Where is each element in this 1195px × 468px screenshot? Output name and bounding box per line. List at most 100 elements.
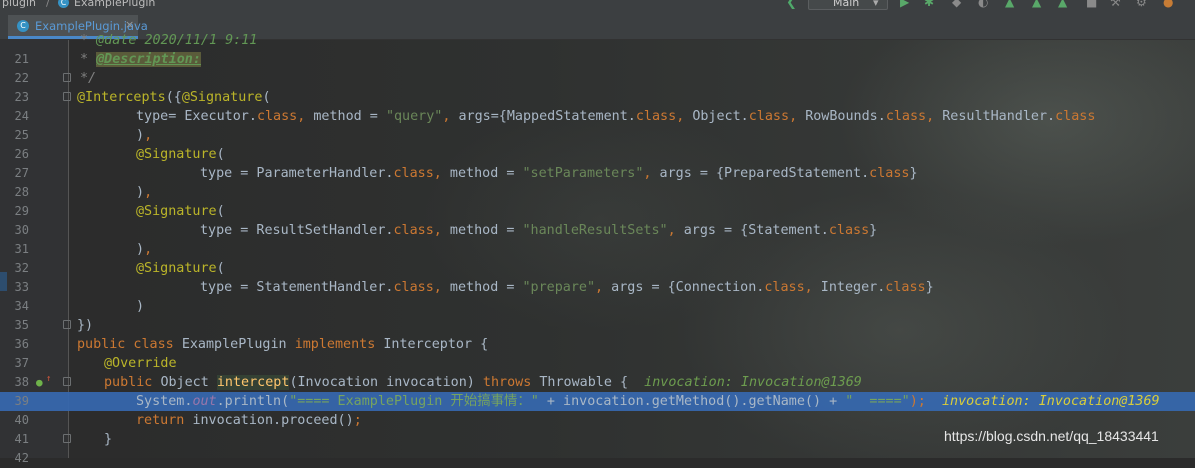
code-token: return xyxy=(136,413,193,428)
code-line[interactable]: 34) xyxy=(0,297,1195,316)
code-line[interactable]: 32 @Signature( xyxy=(0,259,1195,278)
code-token: ; xyxy=(353,413,362,428)
line-number[interactable]: 34 xyxy=(0,297,29,316)
run-configuration-select[interactable]: Main ▾ xyxy=(808,0,888,10)
line-number[interactable]: 26 xyxy=(0,145,29,164)
code-line[interactable]: 35}) xyxy=(0,316,1195,335)
code-token: , xyxy=(144,185,153,200)
code-token: , xyxy=(804,280,821,295)
code-text: */ xyxy=(77,69,96,88)
code-text: type = ResultSetHandler.class, method = … xyxy=(77,221,877,240)
code-line[interactable]: 38 ● ↑ public Object intercept(Invocation i… xyxy=(0,373,1195,392)
line-number[interactable]: 24 xyxy=(0,107,29,126)
code-line[interactable]: 24 type= Executor.class, method = "query"… xyxy=(0,107,1195,126)
build-icon[interactable]: ⚒ xyxy=(1110,0,1121,9)
line-number[interactable]: 40 xyxy=(0,411,29,430)
code-line[interactable]: 33 type = StatementHandler.class, method … xyxy=(0,278,1195,297)
fold-icon[interactable] xyxy=(63,92,71,101)
code-token: } xyxy=(869,223,878,238)
code-editor[interactable]: * @date 2020/11/1 9:11 21 * @Description: 2… xyxy=(0,31,1195,468)
code-line[interactable]: 28), xyxy=(0,183,1195,202)
code-text: @Override xyxy=(77,354,177,373)
code-token: "==== ExamplePlugin 开始搞事情：" xyxy=(289,394,539,409)
line-number[interactable]: 33 xyxy=(0,278,29,297)
code-line[interactable]: 42 xyxy=(0,449,1195,468)
line-number[interactable]: 39 xyxy=(0,392,29,411)
line-number[interactable]: 41 xyxy=(0,430,29,449)
line-number[interactable]: 37 xyxy=(0,354,29,373)
code-line[interactable]: * @date 2020/11/1 9:11 xyxy=(0,31,1195,50)
code-line[interactable]: 29 @Signature( xyxy=(0,202,1195,221)
code-token: method = xyxy=(449,280,523,295)
code-line[interactable]: 26 @Signature( xyxy=(0,145,1195,164)
code-text: public class ExamplePlugin implements In… xyxy=(77,335,488,354)
line-number[interactable]: 38 xyxy=(0,373,29,392)
line-number[interactable]: 42 xyxy=(0,449,29,468)
code-token: ) xyxy=(136,128,145,143)
code-token: System. xyxy=(136,394,193,409)
line-number[interactable]: 36 xyxy=(0,335,29,354)
code-line[interactable]: 25), xyxy=(0,126,1195,145)
fold-icon[interactable] xyxy=(63,73,71,82)
code-token: = Executor. xyxy=(168,109,257,124)
fold-icon[interactable] xyxy=(63,320,71,329)
close-icon[interactable]: × xyxy=(125,18,134,31)
line-number[interactable]: 22 xyxy=(0,69,29,88)
code-token: args={MappedStatement. xyxy=(458,109,636,124)
debug-icon[interactable]: ✱ xyxy=(924,0,934,9)
jrebel-run-icon[interactable]: ▲ xyxy=(1005,0,1014,9)
code-token: @Intercepts xyxy=(77,90,166,105)
line-number[interactable]: 31 xyxy=(0,240,29,259)
line-number[interactable]: 23 xyxy=(0,88,29,107)
line-number[interactable]: 32 xyxy=(0,259,29,278)
implements-method-icon[interactable]: ● xyxy=(36,373,43,392)
code-text: @Signature( xyxy=(77,202,225,221)
stop-icon[interactable]: ■ xyxy=(1086,0,1097,9)
code-token: , xyxy=(667,223,684,238)
profile-icon[interactable]: ◐ xyxy=(978,0,988,9)
line-number[interactable]: 28 xyxy=(0,183,29,202)
code-line[interactable]: 37 @Override xyxy=(0,354,1195,373)
breadcrumb-project[interactable]: plugin xyxy=(2,0,36,9)
code-token: throws xyxy=(482,375,540,390)
breadcrumb-file[interactable]: ExamplePlugin xyxy=(74,0,155,9)
code-text: }) xyxy=(77,316,93,335)
code-line[interactable]: 22 */ xyxy=(0,69,1195,88)
code-text: * @Description: xyxy=(77,50,201,69)
code-line[interactable]: 21 * @Description: xyxy=(0,50,1195,69)
fold-icon[interactable] xyxy=(63,434,71,443)
line-number[interactable]: 25 xyxy=(0,126,29,145)
code-line[interactable]: 30 type = ResultSetHandler.class, method … xyxy=(0,221,1195,240)
code-text: public Object intercept(Invocation invoc… xyxy=(77,373,862,392)
code-token: ( xyxy=(216,261,225,276)
run-icon[interactable]: ▶ xyxy=(900,0,909,9)
run-configuration-label: Main xyxy=(833,0,860,9)
code-token: , xyxy=(442,109,459,124)
line-number[interactable]: 30 xyxy=(0,221,29,240)
code-line[interactable]: 23 @Intercepts({@Signature( xyxy=(0,88,1195,107)
code-token: class xyxy=(256,109,298,124)
jrebel-update-icon[interactable]: ▲ xyxy=(1058,0,1067,9)
code-text: type= Executor.class, method = "query", … xyxy=(77,107,1095,126)
line-number[interactable]: 29 xyxy=(0,202,29,221)
line-number[interactable]: 27 xyxy=(0,164,29,183)
line-number[interactable]: 21 xyxy=(0,50,29,69)
code-token: class xyxy=(748,109,790,124)
code-token: + invocation.getMethod().getName() + xyxy=(538,394,846,409)
jrebel-debug-icon[interactable]: ▲ xyxy=(1032,0,1041,9)
code-token: class xyxy=(885,109,927,124)
code-token: @Signature xyxy=(136,261,217,276)
code-line[interactable]: 27 type = ParameterHandler.class, method … xyxy=(0,164,1195,183)
code-token: "query" xyxy=(385,109,443,124)
highlighted-code-line[interactable]: 39 System.out.println("==== ExamplePlugin… xyxy=(0,392,1195,411)
search-everywhere-icon[interactable]: ● xyxy=(1163,0,1173,9)
back-arrow-icon[interactable]: ❮ xyxy=(786,0,797,10)
code-line[interactable]: 31), xyxy=(0,240,1195,259)
code-token: , xyxy=(297,109,314,124)
fold-icon[interactable] xyxy=(63,377,71,386)
coverage-icon[interactable]: ◆ xyxy=(952,0,961,9)
line-number[interactable]: 35 xyxy=(0,316,29,335)
code-line[interactable]: 36 public class ExamplePlugin implements … xyxy=(0,335,1195,354)
code-token: , xyxy=(643,166,660,181)
settings-icon[interactable]: ⚙ xyxy=(1136,0,1147,9)
